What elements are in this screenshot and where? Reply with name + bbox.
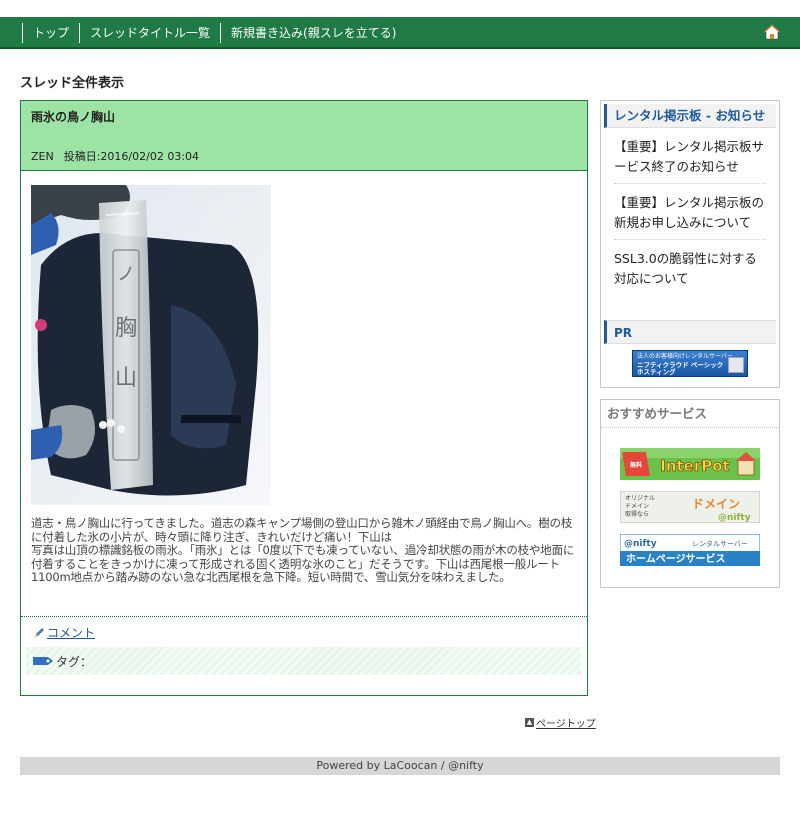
nav-thread-list-link[interactable]: スレッドタイトル一覧 xyxy=(79,23,220,43)
svg-text:胸: 胸 xyxy=(115,316,137,341)
thread-header: 雨氷の鳥ノ胸山 ZEN 投稿日:2016/02/02 03:04 xyxy=(21,101,587,171)
svg-text:@nifty: @nifty xyxy=(624,539,657,549)
sidebar-notices-inner: レンタル掲示板 - お知らせ 【重要】レンタル掲示板サービス終了のお知らせ 【重… xyxy=(604,104,776,384)
comment-link[interactable]: コメント xyxy=(33,624,95,641)
services-heading: おすすめサービス xyxy=(601,400,779,428)
thread-card: 雨氷の鳥ノ胸山 ZEN 投稿日:2016/02/02 03:04 ノ 胸 山 道… xyxy=(20,100,588,696)
thread-meta: ZEN 投稿日:2016/02/02 03:04 xyxy=(31,148,199,164)
comment-label: コメント xyxy=(47,626,96,640)
tag-icon xyxy=(33,657,53,665)
nav-menu: トップ スレッドタイトル一覧 新規書き込み(親スレを立てる) xyxy=(22,23,406,43)
notice-item[interactable]: 【重要】レンタル掲示板の新規お申し込みについて xyxy=(614,184,766,240)
top-navigation-bar: トップ スレッドタイトル一覧 新規書き込み(親スレを立てる) xyxy=(0,17,800,49)
footer: Powered by LaCoocan / @nifty xyxy=(20,757,780,775)
sidebar-notices-panel: レンタル掲示板 - お知らせ 【重要】レンタル掲示板サービス終了のお知らせ 【重… xyxy=(600,100,780,388)
nav-new-post-link[interactable]: 新規書き込み(親スレを立てる) xyxy=(220,23,406,43)
svg-text:ドメイン: ドメイン xyxy=(625,503,649,510)
svg-text:ノ: ノ xyxy=(117,264,135,285)
thread-body: 道志・鳥ノ胸山に行ってきました。道志の森キャンプ場側の登山口から雑木ノ頭経由で鳥… xyxy=(31,516,575,584)
svg-text:レンタルサーバー: レンタルサーバー xyxy=(692,539,748,548)
page-top-icon: ▲ xyxy=(525,718,534,727)
pr-heading: PR xyxy=(604,320,776,344)
svg-text:@nifty: @nifty xyxy=(718,513,751,523)
homepage-service-banner[interactable]: @nifty レンタルサーバー ホームページサービス xyxy=(620,534,760,566)
svg-text:ドメイン: ドメイン xyxy=(692,497,740,511)
notice-heading: レンタル掲示板 - お知らせ xyxy=(604,104,776,128)
notice-item[interactable]: 【重要】レンタル掲示板サービス終了のお知らせ xyxy=(614,128,766,184)
svg-text:無料: 無料 xyxy=(630,461,642,469)
svg-text:ホームページサービス: ホームページサービス xyxy=(626,552,726,565)
photo-ice-sign-image: ノ 胸 山 xyxy=(31,185,271,505)
svg-text:取得なら: 取得なら xyxy=(625,510,649,518)
interpot-text: InterPot xyxy=(660,457,729,475)
interpot-banner[interactable]: 無料 InterPot xyxy=(620,448,760,480)
page-top-label: ページトップ xyxy=(536,719,596,730)
pencil-icon xyxy=(35,627,44,637)
page-title: スレッド全件表示 xyxy=(20,76,125,91)
pr-banner-nifty-cloud[interactable]: 法人のお客様向けレンタルサーバー ニフティクラウド ベーシックホスティング xyxy=(632,350,748,377)
interpot-banner-image: 無料 InterPot xyxy=(620,448,760,480)
divider xyxy=(21,616,587,617)
svg-text:山: 山 xyxy=(115,366,137,391)
domain-banner-image: オリジナル ドメイン 取得なら ドメイン @nifty xyxy=(620,491,760,523)
svg-text:オリジナル: オリジナル xyxy=(625,495,655,502)
thread-author: ZEN xyxy=(31,150,54,163)
notice-list: 【重要】レンタル掲示板サービス終了のお知らせ 【重要】レンタル掲示板の新規お申し… xyxy=(604,128,776,295)
thread-photo: ノ 胸 山 xyxy=(31,185,271,505)
tag-label: タグ： xyxy=(56,654,93,669)
pr-banner-main-text: ニフティクラウド ベーシックホスティング xyxy=(637,361,724,376)
page-top-link[interactable]: ▲ ページトップ xyxy=(525,715,596,730)
notice-item[interactable]: SSL3.0の脆弱性に対する対応について xyxy=(614,240,766,295)
nav-top-link[interactable]: トップ xyxy=(22,23,79,43)
server-icon xyxy=(728,357,744,373)
domain-banner[interactable]: オリジナル ドメイン 取得なら ドメイン @nifty xyxy=(620,491,760,523)
homepage-service-banner-image: @nifty レンタルサーバー ホームページサービス xyxy=(620,534,760,566)
sidebar-services-panel: おすすめサービス 無料 InterPot オリジナル ドメイン 取得なら ドメイ… xyxy=(600,399,780,588)
pr-banner-top-text: 法人のお客様向けレンタルサーバー xyxy=(637,353,733,360)
thread-title: 雨氷の鳥ノ胸山 xyxy=(31,110,116,124)
thread-date: 投稿日:2016/02/02 03:04 xyxy=(63,150,200,163)
home-icon[interactable] xyxy=(763,24,781,40)
tag-box: タグ： xyxy=(26,647,581,675)
